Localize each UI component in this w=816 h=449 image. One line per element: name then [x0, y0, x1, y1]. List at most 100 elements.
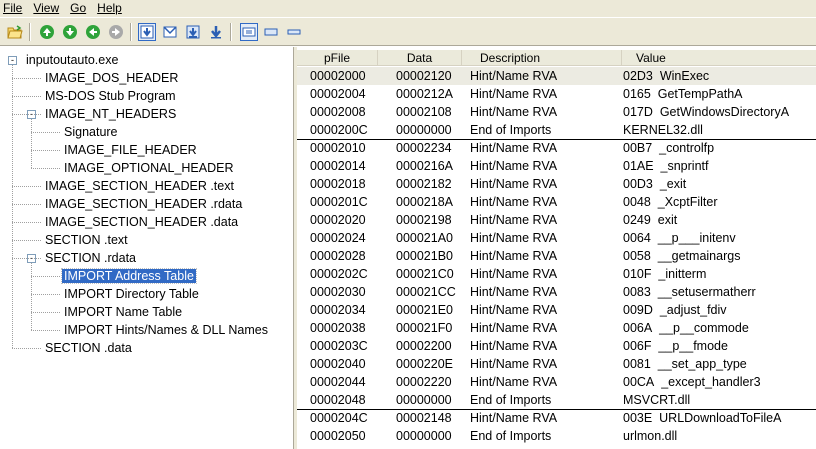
tree-pane[interactable]: inputoutauto.exe - IMAGE_DOS_HEADER MS-DOS …	[0, 47, 294, 449]
go-disabled-icon[interactable]	[107, 23, 125, 41]
table-row[interactable]: 00002038 000021F0 Hint/Name RVA 006A __p__c…	[297, 319, 816, 337]
tree-item-label: IMAGE_FILE_HEADER	[64, 143, 197, 157]
column-header-value[interactable]: Value	[622, 50, 816, 66]
view-grid-icon[interactable]	[240, 23, 258, 41]
table-row[interactable]: 00002048 00000000 End of Imports MSVCRT.dll	[297, 391, 816, 409]
view-mail-icon[interactable]	[161, 23, 179, 41]
cell-value: 0048 _XcptFilter	[623, 195, 718, 209]
collapse-icon[interactable]: -	[8, 56, 17, 65]
table-row[interactable]: 00002000 00002120 Hint/Name RVA 02D3 WinExe…	[297, 67, 816, 85]
tree-item[interactable]: IMAGE_DOS_HEADER	[43, 69, 180, 87]
table-row[interactable]: 0000201C 0000218A Hint/Name RVA 0048 _XcptF…	[297, 193, 816, 211]
go-up-icon[interactable]	[38, 23, 56, 41]
cell-pfile: 0000202C	[310, 267, 368, 281]
table-row[interactable]: 0000204C 00002148 Hint/Name RVA 003E URLDow…	[297, 409, 816, 427]
table-row[interactable]: 00002010 00002234 Hint/Name RVA 00B7 _contr…	[297, 139, 816, 157]
cell-value: 00B7 _controlfp	[623, 141, 715, 155]
cell-value: 0081 __set_app_type	[623, 357, 747, 371]
cell-description: Hint/Name RVA	[470, 267, 558, 281]
view-list-icon[interactable]	[262, 23, 280, 41]
tree-item[interactable]: IMPORT Hints/Names & DLL Names	[62, 321, 270, 339]
cell-data: 0000218A	[396, 195, 454, 209]
tree-item[interactable]: IMPORT Directory Table	[62, 285, 201, 303]
tree-item[interactable]: inputoutauto.exe	[24, 51, 120, 69]
cell-data: 00002198	[396, 213, 452, 227]
tree-item[interactable]: IMPORT Name Table	[62, 303, 184, 321]
tree-item-label: IMAGE_SECTION_HEADER .rdata	[45, 197, 243, 211]
view-download-icon[interactable]	[138, 23, 156, 41]
tree-connector	[12, 114, 41, 115]
view-line-icon[interactable]	[285, 23, 303, 41]
table-row[interactable]: 00002020 00002198 Hint/Name RVA 0249 exit	[297, 211, 816, 229]
cell-description: Hint/Name RVA	[470, 411, 558, 425]
tree-connector	[31, 276, 60, 277]
cell-data: 00002200	[396, 339, 452, 353]
table-row[interactable]: 0000200C 00000000 End of Imports KERNEL32.d…	[297, 121, 816, 139]
cell-value: 010F _initterm	[623, 267, 707, 281]
detail-table[interactable]: pFile Data Description Value 00002000 000…	[297, 47, 816, 449]
menu-help[interactable]: Help	[92, 0, 128, 17]
table-row[interactable]: 00002028 000021B0 Hint/Name RVA 0058 __getm…	[297, 247, 816, 265]
tree-item[interactable]: IMAGE_SECTION_HEADER .data	[43, 213, 240, 231]
column-header-data[interactable]: Data	[378, 50, 462, 66]
cell-description: Hint/Name RVA	[470, 195, 558, 209]
tree-item-label: IMAGE_SECTION_HEADER .text	[45, 179, 234, 193]
cell-data: 000021E0	[396, 303, 454, 317]
table-row[interactable]: 00002004 0000212A Hint/Name RVA 0165 GetTem…	[297, 85, 816, 103]
cell-pfile: 00002014	[310, 159, 366, 173]
tree-item[interactable]: IMAGE_SECTION_HEADER .rdata	[43, 195, 244, 213]
table-row[interactable]: 00002014 0000216A Hint/Name RVA 01AE _snpri…	[297, 157, 816, 175]
tree-item[interactable]: SECTION .data	[43, 339, 134, 357]
cell-pfile: 00002018	[310, 177, 366, 191]
open-folder-icon[interactable]	[6, 23, 24, 41]
tree-item[interactable]: MS-DOS Stub Program	[43, 87, 178, 105]
menu-file[interactable]: File	[0, 0, 28, 17]
cell-pfile: 00002024	[310, 231, 366, 245]
tree-item[interactable]: IMAGE_NT_HEADERS	[43, 105, 178, 123]
table-row[interactable]: 00002050 00000000 End of Imports urlmon.dll	[297, 427, 816, 445]
table-row[interactable]: 00002044 00002220 Hint/Name RVA 00CA _excep…	[297, 373, 816, 391]
table-row[interactable]: 00002030 000021CC Hint/Name RVA 0083 __setu…	[297, 283, 816, 301]
toolbar-separator	[230, 23, 232, 41]
column-header-description[interactable]: Description	[462, 50, 622, 66]
cell-description: End of Imports	[470, 393, 552, 407]
go-next-icon[interactable]	[61, 23, 79, 41]
tree-item[interactable]: IMAGE_FILE_HEADER	[62, 141, 199, 159]
cell-data: 00002234	[396, 141, 452, 155]
table-row[interactable]: 0000202C 000021C0 Hint/Name RVA 010F _initt…	[297, 265, 816, 283]
tree-item-label: IMAGE_DOS_HEADER	[45, 71, 179, 85]
cell-value: urlmon.dll	[623, 429, 678, 443]
cell-description: Hint/Name RVA	[470, 357, 558, 371]
tree-connector	[12, 258, 41, 259]
go-back-icon[interactable]	[84, 23, 102, 41]
cell-data: 000021A0	[396, 231, 454, 245]
table-row[interactable]: 00002024 000021A0 Hint/Name RVA 0064 __p___…	[297, 229, 816, 247]
tree-item-label: inputoutauto.exe	[26, 53, 119, 67]
column-header-pfile[interactable]: pFile	[297, 50, 378, 66]
table-row[interactable]: 00002008 00002108 Hint/Name RVA 017D GetWin…	[297, 103, 816, 121]
table-row[interactable]: 00002040 0000220E Hint/Name RVA 0081 __set_…	[297, 355, 816, 373]
view-down-arrow-icon[interactable]	[207, 23, 225, 41]
cell-data: 00002108	[396, 105, 452, 119]
table-row[interactable]: 00002034 000021E0 Hint/Name RVA 009D _adjus…	[297, 301, 816, 319]
view-save-icon[interactable]	[184, 23, 202, 41]
tree-item[interactable]: Signature	[62, 123, 120, 141]
tree-item[interactable]: IMAGE_OPTIONAL_HEADER	[62, 159, 236, 177]
tree-connector	[12, 204, 41, 205]
cell-value: 003E URLDownloadToFileA	[623, 411, 782, 425]
menu-view[interactable]: View	[28, 0, 65, 17]
tree-item[interactable]: SECTION .text	[43, 231, 130, 249]
menu-go[interactable]: Go	[65, 0, 92, 17]
cell-pfile: 00002040	[310, 357, 366, 371]
table-row[interactable]: 0000203C 00002200 Hint/Name RVA 006F __p__f…	[297, 337, 816, 355]
cell-pfile: 0000200C	[310, 123, 368, 137]
table-row[interactable]: 00002018 00002182 Hint/Name RVA 00D3 _exit	[297, 175, 816, 193]
tree-item[interactable]: IMPORT Address Table	[61, 267, 197, 285]
cell-description: Hint/Name RVA	[470, 375, 558, 389]
tree-item[interactable]: SECTION .rdata	[43, 249, 138, 267]
cell-pfile: 0000201C	[310, 195, 368, 209]
tree-connector	[31, 294, 60, 295]
cell-data: 00000000	[396, 123, 452, 137]
tree-item[interactable]: IMAGE_SECTION_HEADER .text	[43, 177, 236, 195]
cell-value: KERNEL32.dll	[623, 123, 703, 137]
